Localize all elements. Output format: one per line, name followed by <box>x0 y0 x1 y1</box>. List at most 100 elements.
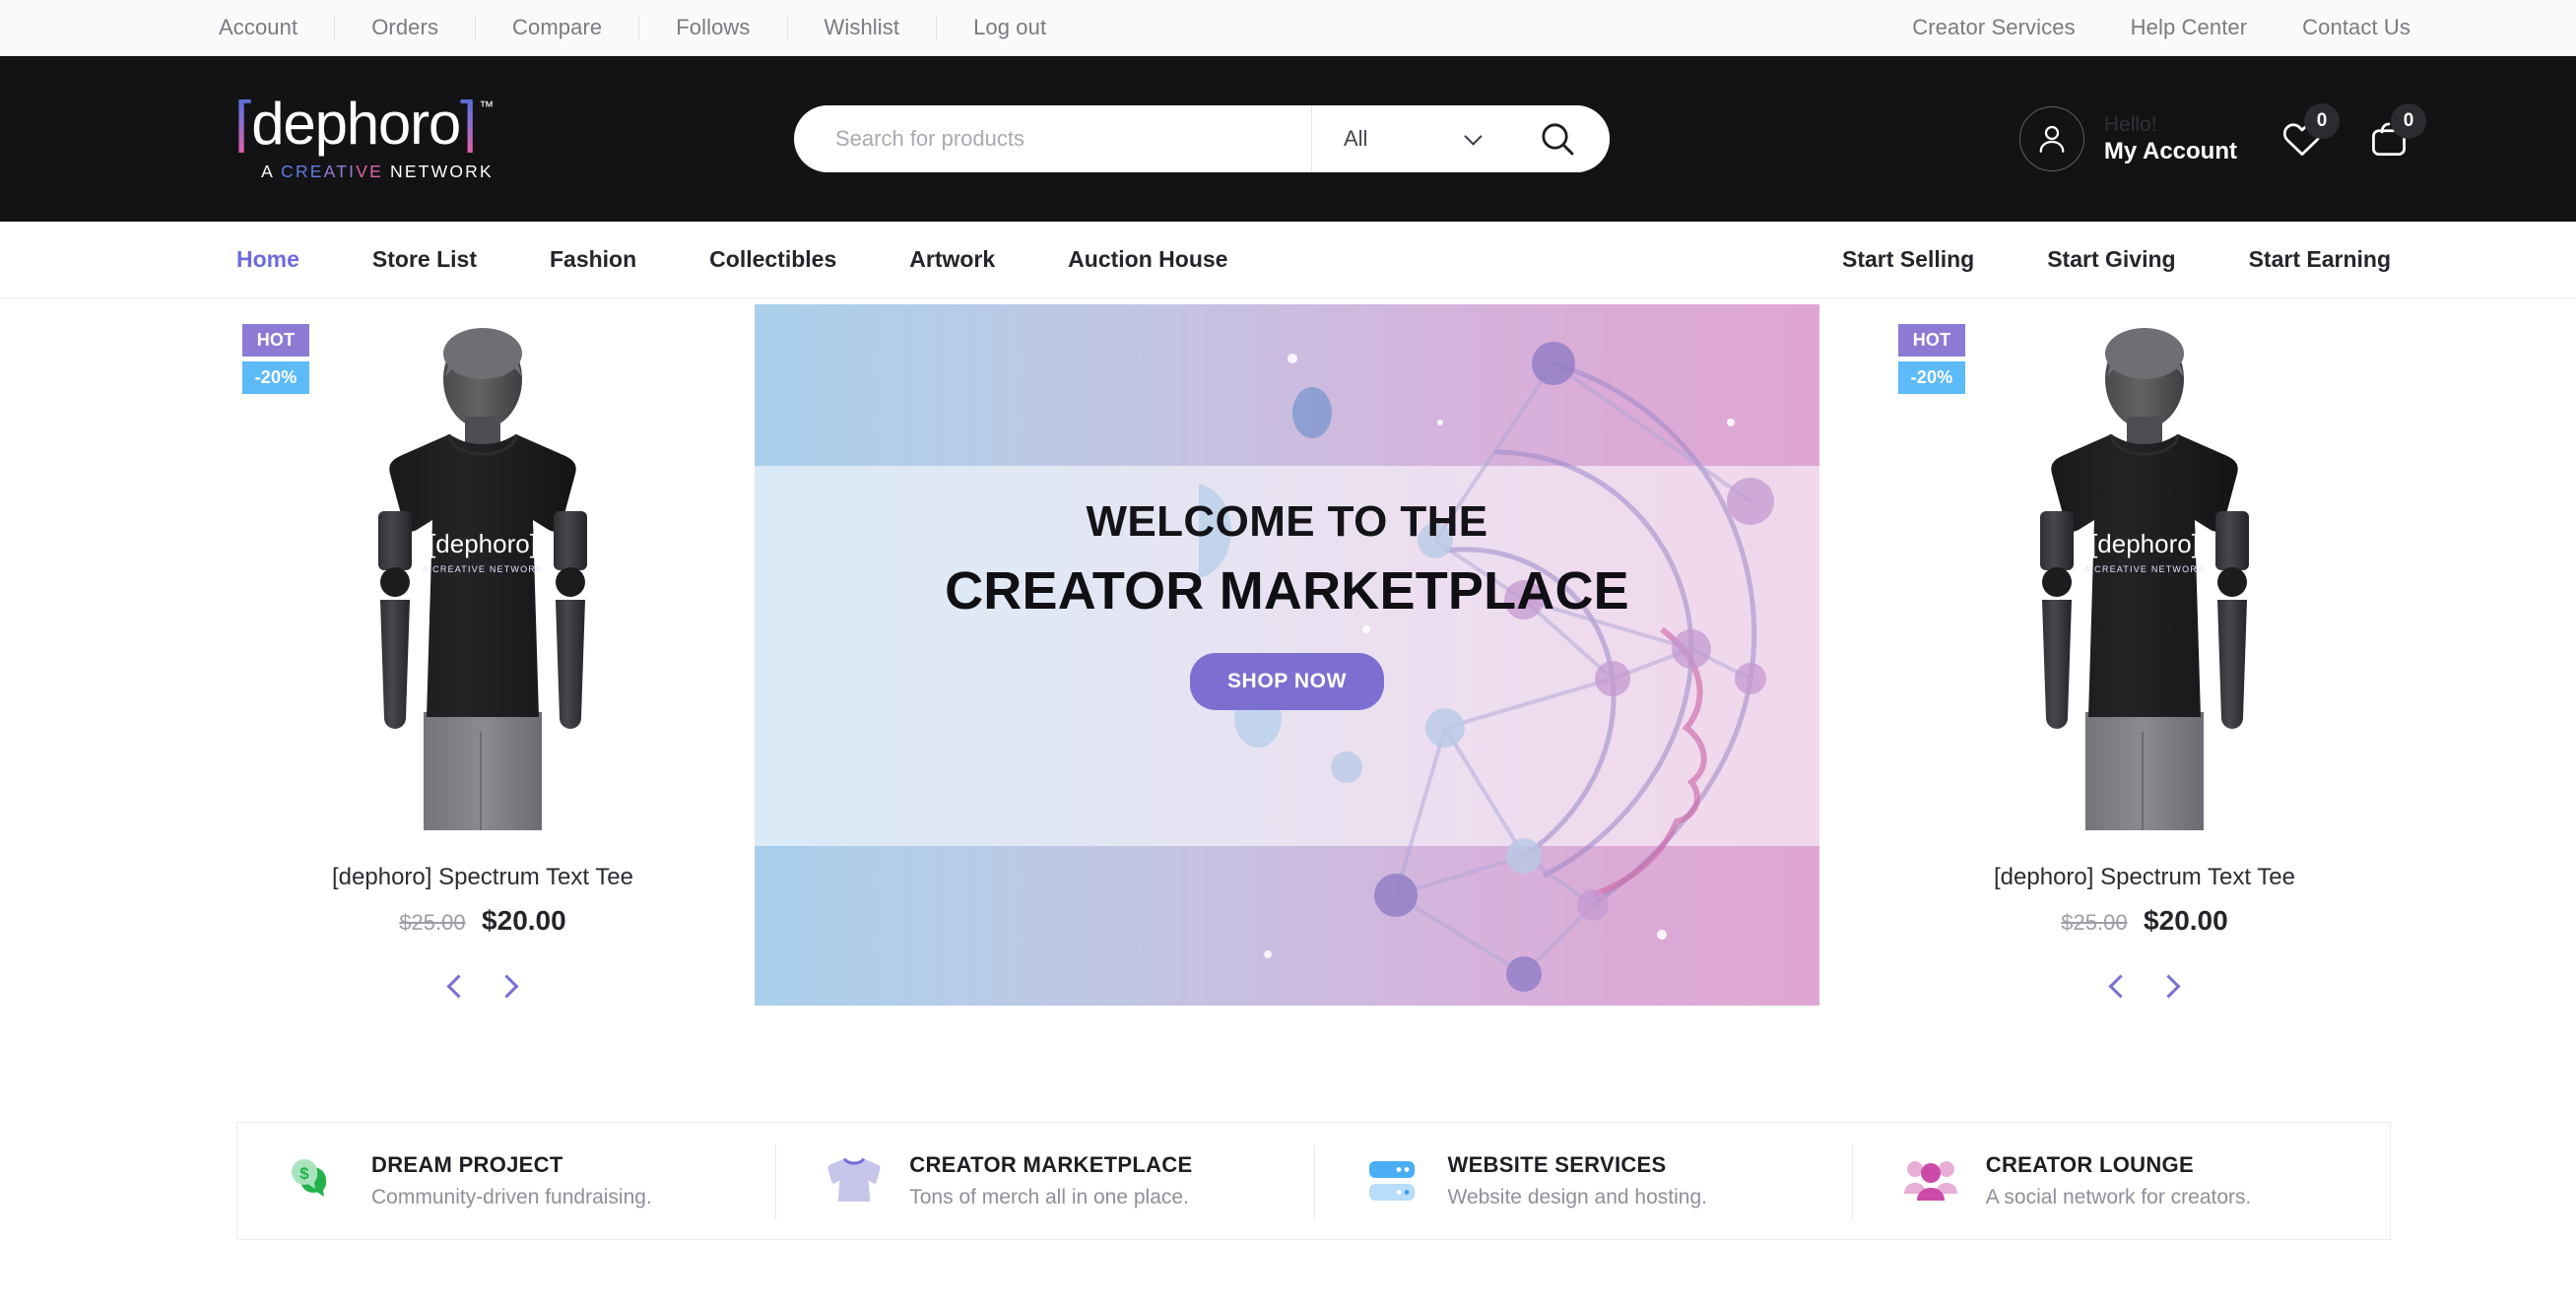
icon-wrap <box>1899 1156 1962 1206</box>
icon-wrap: $ <box>285 1156 348 1206</box>
nav-item-artwork[interactable]: Artwork <box>873 246 1031 273</box>
product-card-left[interactable]: HOT -20% [dephoro] A CREATIVE NETWORK [d… <box>236 298 729 1010</box>
feature-creator-lounge[interactable]: CREATOR LOUNGE A social network for crea… <box>1851 1123 2390 1239</box>
icon-wrap <box>823 1156 886 1206</box>
user-icon <box>2039 125 2065 153</box>
product-badges: HOT -20% <box>1898 324 1965 399</box>
search-bar: All <box>794 105 1610 172</box>
product-badges: HOT -20% <box>242 324 309 399</box>
nav-item-start-earning[interactable]: Start Earning <box>2213 246 2391 273</box>
topbar-left-links: Account Orders Compare Follows Wishlist … <box>219 15 1083 40</box>
hero-headline-line1: WELCOME TO THE <box>1086 497 1488 546</box>
chevron-left-icon[interactable] <box>446 974 471 999</box>
chevron-right-icon[interactable] <box>495 974 519 999</box>
topbar-link-compare[interactable]: Compare <box>476 15 638 40</box>
wishlist-button[interactable]: 0 <box>2280 103 2340 161</box>
product-price-original: $25.00 <box>399 910 466 935</box>
icon-wrap <box>1361 1156 1424 1206</box>
nav-item-auction-house[interactable]: Auction House <box>1031 246 1264 273</box>
logo-bracket-close: ] <box>460 89 478 158</box>
product-title[interactable]: [dephoro] Spectrum Text Tee <box>236 864 729 891</box>
status-badge-discount: -20% <box>1898 361 1965 394</box>
logo-tagline-net: NETWORK <box>382 162 494 182</box>
product-title[interactable]: [dephoro] Spectrum Text Tee <box>1898 864 2391 891</box>
nav-item-start-selling[interactable]: Start Selling <box>1806 246 2011 273</box>
nav-item-home[interactable]: Home <box>236 246 336 273</box>
search-icon <box>1542 123 1574 156</box>
feature-creator-marketplace[interactable]: CREATOR MARKETPLACE Tons of merch all in… <box>775 1123 1313 1239</box>
logo-tagline-cre: CRE <box>281 162 324 182</box>
trademark-icon: ™ <box>479 98 495 115</box>
feature-title: CREATOR LOUNGE <box>1985 1152 2194 1177</box>
status-badge-hot: HOT <box>242 324 309 357</box>
hero-banner[interactable]: WELCOME TO THE CREATOR MARKETPLACE SHOP … <box>755 304 1819 1006</box>
people-group-icon <box>1903 1161 1957 1201</box>
feature-dream-project[interactable]: $ DREAM PROJECT Community-driven fundrai… <box>237 1123 775 1239</box>
product-image[interactable]: [dephoro] A CREATIVE NETWORK <box>236 308 729 830</box>
feature-subtitle: Community-driven fundraising. <box>371 1186 652 1208</box>
logo-bracket-open: [ <box>234 89 252 158</box>
svg-text:A CREATIVE NETWORK: A CREATIVE NETWORK <box>2084 564 2205 574</box>
topbar-right-links: Creator Services Help Center Contact Us <box>1884 15 2411 40</box>
topbar-link-logout[interactable]: Log out <box>937 15 1083 40</box>
topbar-link-creator-services[interactable]: Creator Services <box>1884 15 2102 40</box>
topbar-link-orders[interactable]: Orders <box>335 15 475 40</box>
feature-text: WEBSITE SERVICES Website design and host… <box>1448 1152 1707 1209</box>
topbar-link-contact-us[interactable]: Contact Us <box>2275 15 2411 40</box>
nav-primary-links: Home Store List Fashion Collectibles Art… <box>236 246 1264 273</box>
status-badge-hot: HOT <box>1898 324 1965 357</box>
feature-subtitle: Tons of merch all in one place. <box>909 1186 1189 1208</box>
logo-tagline-ve: VE <box>356 162 383 182</box>
cart-count-badge: 0 <box>2391 103 2426 139</box>
chevron-down-icon <box>1464 127 1483 146</box>
feature-website-services[interactable]: WEBSITE SERVICES Website design and host… <box>1313 1123 1852 1239</box>
product-price-current: $20.00 <box>2144 905 2228 936</box>
site-logo[interactable]: [ dephoro ] ™ A CREATIVE NETWORK <box>234 89 520 183</box>
logo-tagline-a: A <box>261 162 282 182</box>
cart-button[interactable]: 0 <box>2367 103 2426 161</box>
feature-title: DREAM PROJECT <box>371 1152 563 1177</box>
homepage-content: HOT -20% [dephoro] A CREATIVE NETWORK [d… <box>0 298 2576 1010</box>
account-label: My Account <box>2103 137 2237 164</box>
search-category-value: All <box>1344 126 1368 151</box>
nav-item-start-giving[interactable]: Start Giving <box>2011 246 2212 273</box>
nav-item-store-list[interactable]: Store List <box>336 246 513 273</box>
topbar-link-follows[interactable]: Follows <box>639 15 786 40</box>
feature-text: CREATOR LOUNGE A social network for crea… <box>1986 1152 2252 1209</box>
logo-wordmark: [ dephoro ] ™ <box>234 89 520 158</box>
topbar-link-account[interactable]: Account <box>219 15 334 40</box>
chevron-left-icon[interactable] <box>2108 974 2133 999</box>
server-icon <box>1368 1161 1415 1201</box>
search-input[interactable] <box>794 126 1311 152</box>
feature-text: CREATOR MARKETPLACE Tons of merch all in… <box>909 1152 1192 1209</box>
tshirt-icon <box>827 1157 881 1202</box>
hero-content: WELCOME TO THE CREATOR MARKETPLACE SHOP … <box>755 497 1819 710</box>
topbar-link-help-center[interactable]: Help Center <box>2103 15 2276 40</box>
shop-now-button[interactable]: SHOP NOW <box>1189 653 1385 710</box>
logo-tagline: A CREATIVE NETWORK <box>234 162 520 182</box>
site-header: [ dephoro ] ™ A CREATIVE NETWORK All <box>0 56 2576 222</box>
nav-item-collectibles[interactable]: Collectibles <box>673 246 873 273</box>
chevron-right-icon[interactable] <box>2156 974 2181 999</box>
account-text[interactable]: Hello! My Account <box>2104 113 2237 165</box>
feature-text: DREAM PROJECT Community-driven fundraisi… <box>371 1152 652 1209</box>
search-category-select[interactable]: All <box>1312 126 1505 152</box>
feature-title: CREATOR MARKETPLACE <box>909 1152 1193 1177</box>
product-price-current: $20.00 <box>482 905 566 936</box>
topbar-link-wishlist[interactable]: Wishlist <box>788 15 937 40</box>
top-utility-bar: Account Orders Compare Follows Wishlist … <box>0 0 2576 56</box>
feature-bar: $ DREAM PROJECT Community-driven fundrai… <box>236 1122 2391 1240</box>
account-greeting: Hello! <box>2103 112 2157 136</box>
feature-title: WEBSITE SERVICES <box>1447 1152 1667 1177</box>
mannequin-tshirt-image: [dephoro] A CREATIVE NETWORK <box>2040 328 2249 830</box>
feature-subtitle: A social network for creators. <box>1985 1186 2252 1208</box>
money-chat-bubble-icon: $ <box>292 1159 327 1197</box>
search-button[interactable] <box>1505 105 1610 172</box>
account-cluster: Hello! My Account 0 0 <box>2018 103 2426 171</box>
nav-item-fashion[interactable]: Fashion <box>513 246 673 273</box>
product-image[interactable]: [dephoro] A CREATIVE NETWORK <box>1898 308 2391 830</box>
avatar[interactable] <box>2018 106 2084 171</box>
wishlist-count-badge: 0 <box>2304 103 2340 139</box>
product-card-right[interactable]: HOT -20% [dephoro] A CREATIVE NETWORK [d… <box>1898 298 2391 999</box>
svg-text:[dephoro]: [dephoro] <box>429 529 537 558</box>
